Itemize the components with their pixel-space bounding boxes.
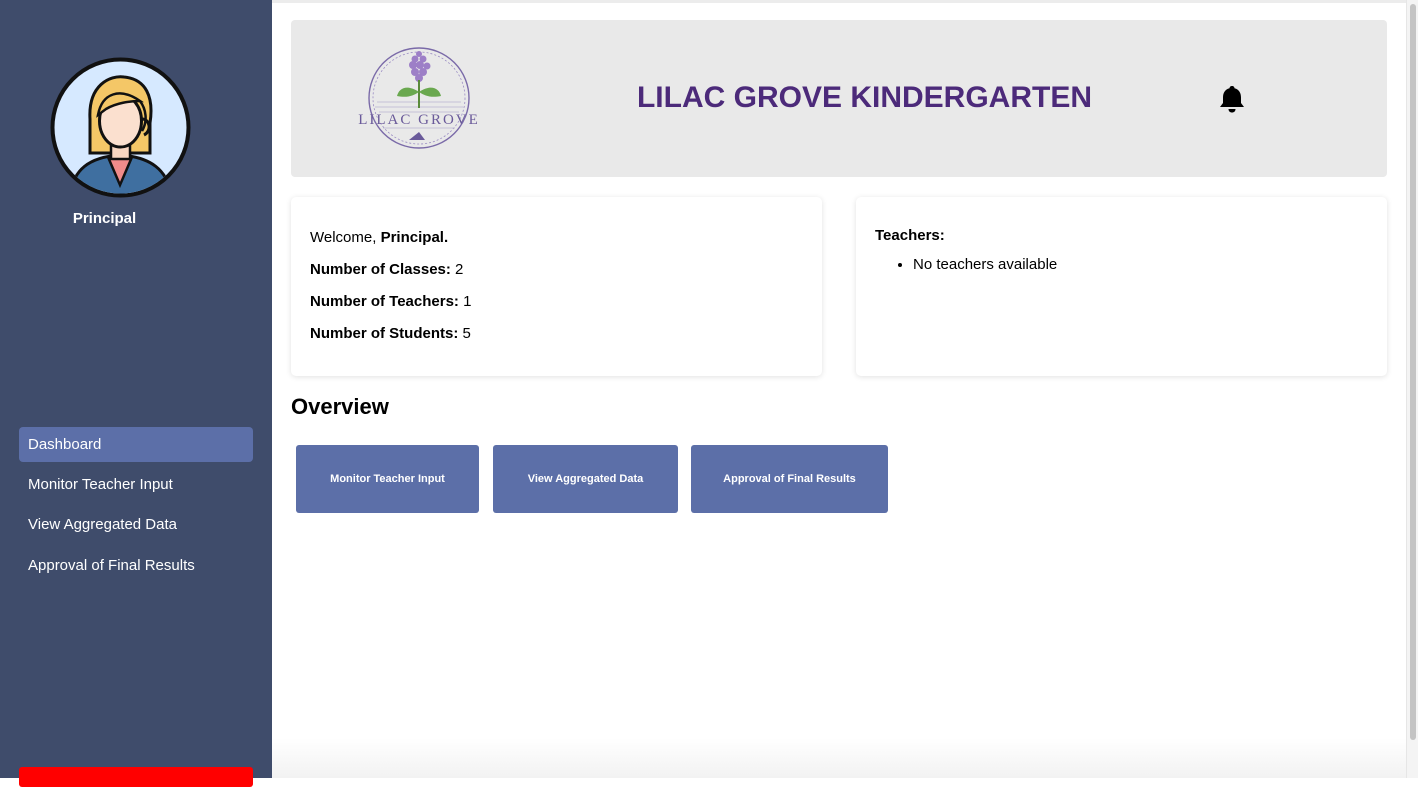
teachers-card: Teachers: No teachers available: [856, 197, 1387, 376]
school-title: LILAC GROVE KINDERGARTEN: [636, 81, 1092, 114]
nav-item-approval-of-final-results[interactable]: Approval of Final Results: [19, 548, 253, 583]
top-divider: [272, 0, 1406, 3]
welcome-line: Welcome, Principal.: [310, 227, 803, 259]
lilac-grove-logo: LILAC GROVE: [358, 47, 480, 149]
user-role-label: Principal: [72, 210, 137, 227]
nav-item-dashboard[interactable]: Dashboard: [19, 427, 253, 462]
teachers-stat: Number of Teachers: 1: [310, 291, 803, 323]
header-banner: LILAC GROVE LILAC GROVE KINDERGARTEN: [291, 20, 1387, 177]
welcome-name: Principal.: [380, 229, 449, 246]
overview-title: Overview: [291, 394, 389, 419]
page-scrollbar[interactable]: [1406, 0, 1418, 778]
teachers-heading: Teachers:: [875, 227, 945, 244]
summary-card: Welcome, Principal. Number of Classes: 2…: [291, 197, 822, 376]
teachers-label: Number of Teachers:: [310, 293, 459, 310]
bottom-fade: [272, 738, 1406, 778]
logout-button[interactable]: [19, 767, 253, 787]
classes-value: 2: [455, 261, 464, 278]
teachers-list: No teachers available: [875, 254, 1368, 276]
students-stat: Number of Students: 5: [310, 323, 803, 355]
main-content: LILAC GROVE LILAC GROVE KINDERGARTEN Wel…: [272, 0, 1406, 778]
overview-monitor-teacher-input-button[interactable]: Monitor Teacher Input: [296, 445, 479, 513]
welcome-prefix: Welcome,: [310, 229, 377, 246]
overview-view-aggregated-data-button[interactable]: View Aggregated Data: [493, 445, 678, 513]
nav-item-view-aggregated-data[interactable]: View Aggregated Data: [19, 507, 253, 542]
bell-icon[interactable]: [1218, 83, 1246, 115]
principal-avatar-icon: [50, 57, 191, 198]
nav-item-monitor-teacher-input[interactable]: Monitor Teacher Input: [19, 467, 253, 502]
classes-label: Number of Classes:: [310, 261, 451, 278]
scrollbar-thumb[interactable]: [1410, 4, 1416, 740]
students-label: Number of Students:: [310, 325, 459, 342]
sidebar: Principal Dashboard Monitor Teacher Inpu…: [0, 0, 272, 787]
students-value: 5: [462, 325, 471, 342]
logo-text: LILAC GROVE: [358, 112, 480, 128]
list-item: No teachers available: [913, 254, 1368, 276]
classes-stat: Number of Classes: 2: [310, 259, 803, 291]
overview-approval-of-final-results-button[interactable]: Approval of Final Results: [691, 445, 888, 513]
teachers-value: 1: [463, 293, 472, 310]
